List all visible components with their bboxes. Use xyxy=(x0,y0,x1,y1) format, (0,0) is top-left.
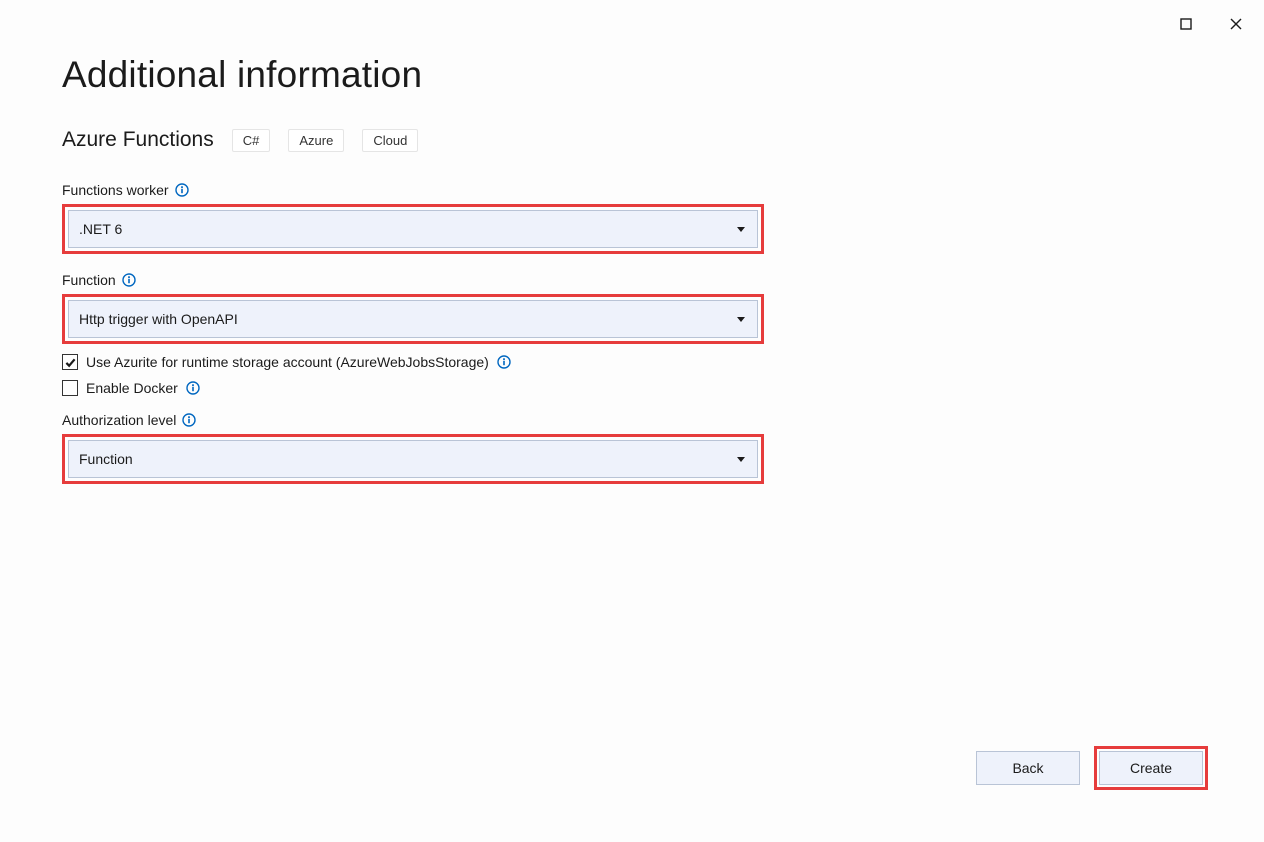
info-icon[interactable] xyxy=(122,273,136,287)
tag-csharp: C# xyxy=(232,129,271,152)
maximize-button[interactable] xyxy=(1172,10,1200,38)
page-title: Additional information xyxy=(62,54,1202,96)
function-select[interactable]: Http trigger with OpenAPI xyxy=(68,300,758,338)
docker-checkbox[interactable] xyxy=(62,380,78,396)
info-icon[interactable] xyxy=(186,381,200,395)
chevron-down-icon xyxy=(737,457,745,462)
project-type: Azure Functions xyxy=(62,128,214,152)
azurite-checkbox-label: Use Azurite for runtime storage account … xyxy=(86,354,489,370)
tag-azure: Azure xyxy=(288,129,344,152)
info-icon[interactable] xyxy=(175,183,189,197)
function-value: Http trigger with OpenAPI xyxy=(79,311,238,327)
chevron-down-icon xyxy=(737,317,745,322)
docker-checkbox-label: Enable Docker xyxy=(86,380,178,396)
close-button[interactable] xyxy=(1222,10,1250,38)
tag-cloud: Cloud xyxy=(362,129,418,152)
functions-worker-label: Functions worker xyxy=(62,182,169,198)
chevron-down-icon xyxy=(737,227,745,232)
authorization-level-label: Authorization level xyxy=(62,412,176,428)
info-icon[interactable] xyxy=(497,355,511,369)
create-button[interactable]: Create xyxy=(1099,751,1203,785)
authorization-level-value: Function xyxy=(79,451,133,467)
functions-worker-value: .NET 6 xyxy=(79,221,122,237)
back-button[interactable]: Back xyxy=(976,751,1080,785)
function-label: Function xyxy=(62,272,116,288)
azurite-checkbox[interactable] xyxy=(62,354,78,370)
functions-worker-select[interactable]: .NET 6 xyxy=(68,210,758,248)
authorization-level-select[interactable]: Function xyxy=(68,440,758,478)
info-icon[interactable] xyxy=(182,413,196,427)
